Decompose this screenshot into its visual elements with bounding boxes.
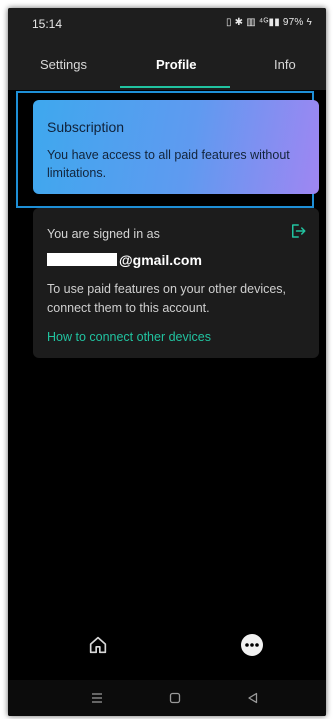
connect-devices-link[interactable]: How to connect other devices [47, 330, 211, 344]
active-tab-indicator [120, 86, 230, 88]
profile-content: Subscription You have access to all paid… [8, 90, 326, 628]
status-time: 15:14 [32, 17, 63, 31]
system-nav-bar [8, 680, 326, 716]
bottom-nav [8, 628, 326, 666]
more-icon[interactable] [240, 633, 264, 657]
tab-info[interactable]: Info [274, 57, 296, 72]
paid-features-info: To use paid features on your other devic… [47, 282, 287, 315]
subscription-title: Subscription [47, 119, 125, 135]
back-triangle-icon[interactable] [246, 691, 260, 705]
redacted-email-part [47, 253, 117, 266]
signed-in-label: You are signed in as [47, 227, 160, 241]
home-icon[interactable] [87, 634, 109, 656]
tab-profile[interactable]: Profile [156, 57, 196, 72]
subscription-text: You have access to all paid features wit… [47, 148, 290, 180]
menu-icon[interactable] [90, 691, 104, 705]
subscription-card: Subscription You have access to all paid… [33, 100, 319, 194]
email-domain: @gmail.com [119, 252, 202, 268]
status-bar: 15:14 ▯ ✱ ▥ ⁴ᴳ▮▮ 97% ϟ [8, 8, 326, 42]
tab-settings[interactable]: Settings [40, 57, 87, 72]
phone-screen: 15:14 ▯ ✱ ▥ ⁴ᴳ▮▮ 97% ϟ Settings Profile … [8, 8, 326, 716]
account-card: You are signed in as @gmail.com To use p… [33, 208, 319, 358]
tab-bar: Settings Profile Info [8, 42, 326, 90]
logout-icon[interactable] [289, 222, 307, 240]
status-indicators: ▯ ✱ ▥ ⁴ᴳ▮▮ 97% ϟ [226, 17, 312, 28]
square-home-icon[interactable] [168, 691, 182, 705]
